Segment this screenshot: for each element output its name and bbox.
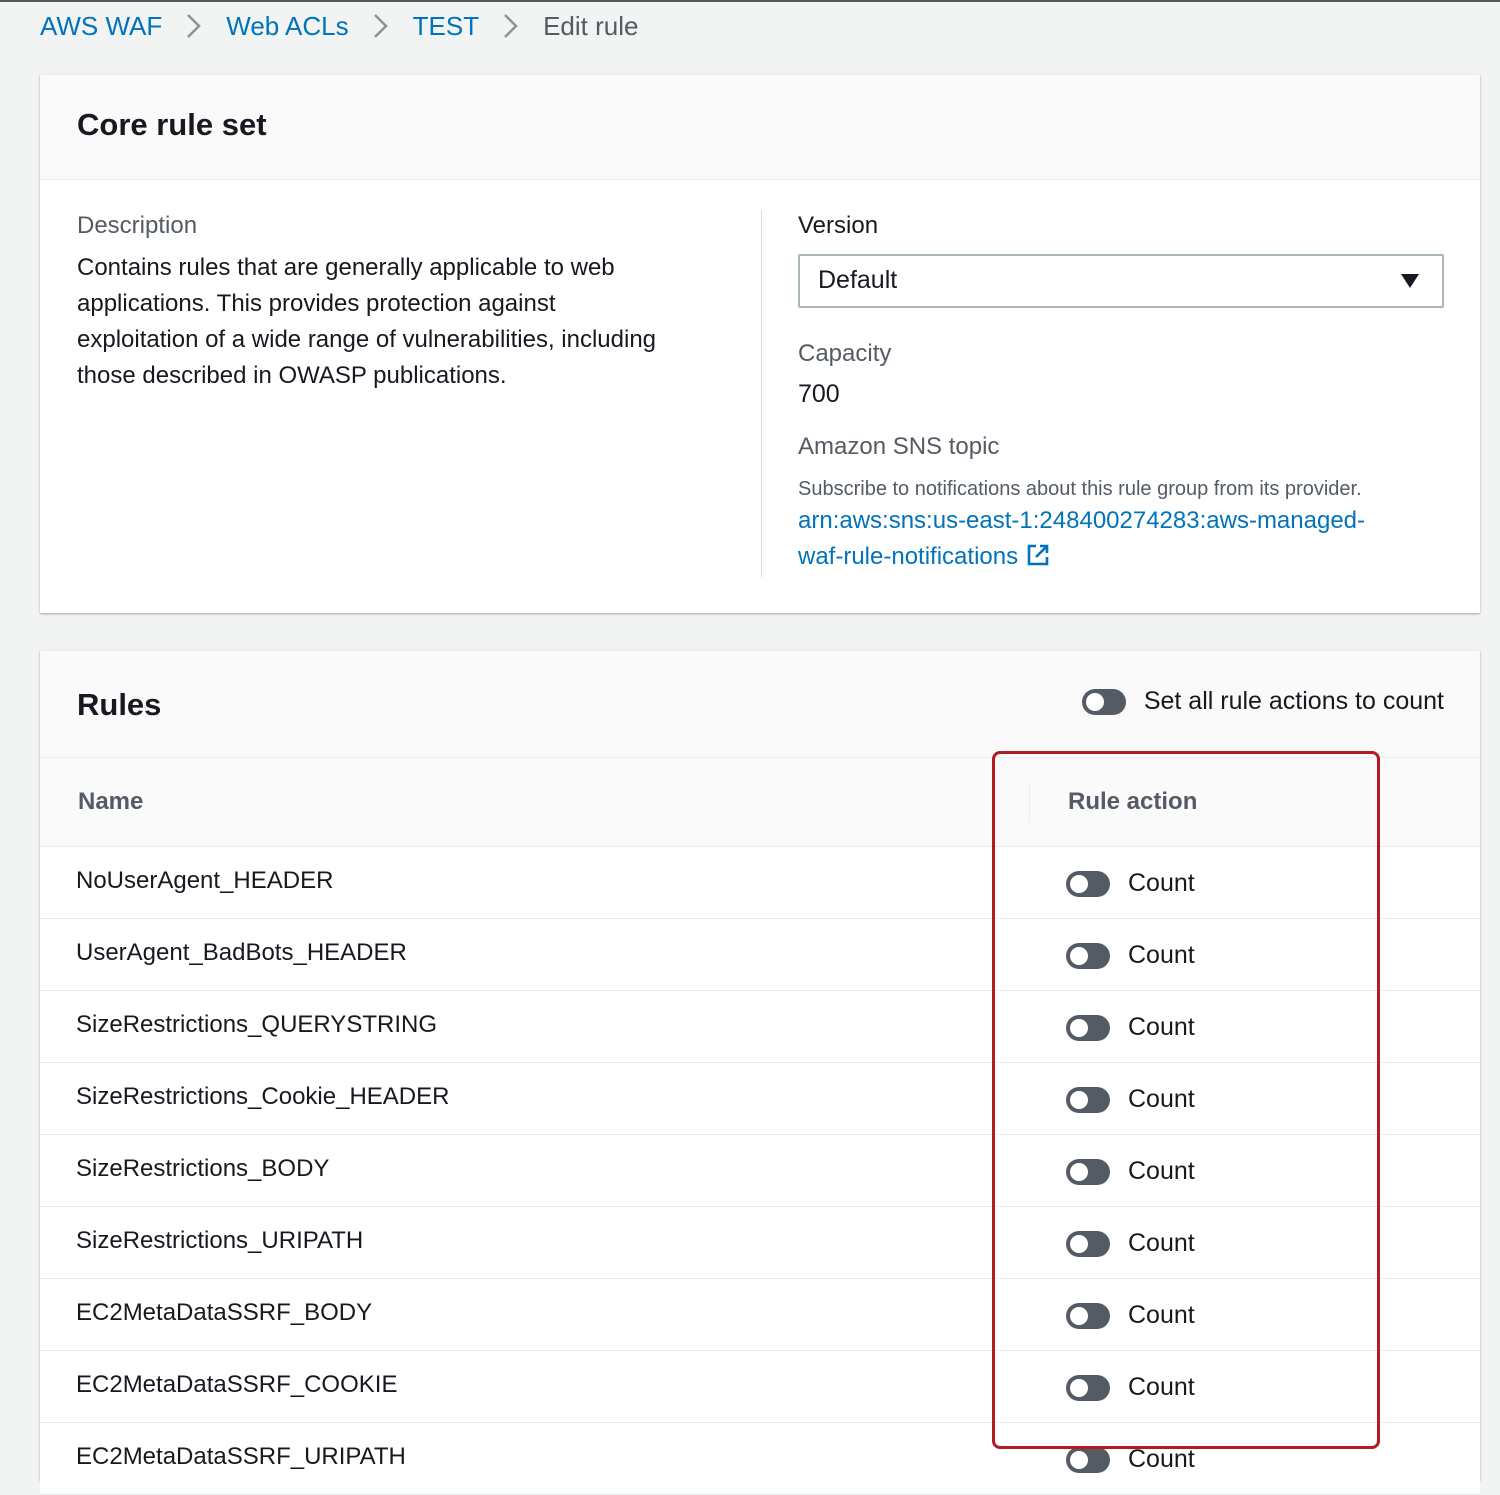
count-toggle[interactable]	[1066, 1302, 1110, 1329]
count-toggle[interactable]	[1066, 1086, 1110, 1113]
set-all-count-toggle[interactable]	[1081, 688, 1126, 715]
chevron-right-icon	[361, 8, 401, 44]
description-line: applications. This provides protection a…	[77, 290, 556, 317]
rules-panel: Rules Set all rule actions to count Name…	[40, 650, 1480, 1495]
top-border	[0, 0, 1500, 2]
rule-action: Count	[1066, 1445, 1195, 1474]
rule-action: Count	[1066, 1085, 1195, 1114]
core-rule-set-header: Core rule set	[40, 75, 1480, 180]
capacity-value: 700	[798, 380, 840, 408]
column-divider	[761, 210, 762, 577]
version-select[interactable]: Default	[798, 254, 1444, 308]
count-toggle[interactable]	[1066, 1158, 1110, 1185]
rule-action: Count	[1066, 869, 1195, 898]
breadcrumb-aws-waf[interactable]: AWS WAF	[40, 11, 162, 42]
description-column: Description Contains rules that are gene…	[77, 210, 727, 394]
table-row: UserAgent_BadBots_HEADER Count	[40, 919, 1480, 991]
set-all-count-label: Set all rule actions to count	[1143, 687, 1444, 715]
sns-topic-subtitle: Subscribe to notifications about this ru…	[798, 478, 1362, 500]
count-toggle[interactable]	[1066, 1014, 1110, 1041]
rule-name: EC2MetaDataSSRF_BODY	[76, 1299, 373, 1326]
table-row: EC2MetaDataSSRF_BODY Count	[40, 1279, 1480, 1351]
count-label: Count	[1128, 1373, 1195, 1401]
rules-table-header: Name Rule action	[40, 758, 1480, 847]
table-row: EC2MetaDataSSRF_COOKIE Count	[40, 1351, 1480, 1423]
count-label: Count	[1128, 1085, 1195, 1113]
count-label: Count	[1128, 1013, 1195, 1041]
breadcrumb-current: Edit rule	[543, 10, 639, 41]
rule-name: NoUserAgent_HEADER	[76, 867, 334, 894]
rule-name: SizeRestrictions_URIPATH	[76, 1227, 364, 1254]
table-row: NoUserAgent_HEADER Count	[40, 847, 1480, 919]
rule-action: Count	[1066, 1373, 1195, 1402]
count-toggle[interactable]	[1066, 1374, 1110, 1401]
rules-title: Rules	[77, 687, 162, 722]
sns-link-line-2: waf-rule-notifications	[798, 539, 1444, 578]
core-rule-set-body: Description Contains rules that are gene…	[40, 180, 1480, 613]
count-label: Count	[1128, 869, 1195, 897]
set-all-count-control: Set all rule actions to count	[1081, 687, 1444, 716]
breadcrumb-web-acls[interactable]: Web ACLs	[226, 11, 348, 42]
breadcrumb: AWS WAF Web ACLs TEST Edit rule	[40, 8, 638, 44]
column-header-rule-action[interactable]: Rule action	[1068, 788, 1197, 816]
description-line: those described in OWASP publications.	[77, 362, 507, 389]
rule-action: Count	[1066, 941, 1195, 970]
external-link-icon	[1026, 542, 1050, 578]
rule-name: SizeRestrictions_BODY	[76, 1155, 330, 1182]
count-label: Count	[1128, 1445, 1195, 1473]
core-rule-set-panel: Core rule set Description Contains rules…	[40, 74, 1480, 613]
count-label: Count	[1128, 941, 1195, 969]
version-select-value: Default	[818, 266, 898, 294]
chevron-right-icon	[491, 8, 531, 44]
version-label: Version	[798, 212, 879, 239]
breadcrumb-test[interactable]: TEST	[413, 11, 479, 42]
description-label: Description	[77, 212, 198, 239]
rule-name: UserAgent_BadBots_HEADER	[76, 939, 407, 966]
count-toggle[interactable]	[1066, 942, 1110, 969]
rule-name: EC2MetaDataSSRF_URIPATH	[76, 1443, 406, 1470]
sns-topic-link[interactable]: arn:aws:sns:us-east-1:248400274283:aws-m…	[798, 503, 1444, 578]
sns-link-text: waf-rule-notifications	[798, 543, 1019, 570]
rule-name: EC2MetaDataSSRF_COOKIE	[76, 1371, 398, 1398]
count-label: Count	[1128, 1229, 1195, 1257]
count-toggle[interactable]	[1066, 1230, 1110, 1257]
column-header-name[interactable]: Name	[78, 788, 143, 816]
table-row: SizeRestrictions_Cookie_HEADER Count	[40, 1063, 1480, 1135]
count-toggle[interactable]	[1066, 1446, 1110, 1473]
caret-down-icon	[1400, 273, 1420, 294]
table-row: SizeRestrictions_BODY Count	[40, 1135, 1480, 1207]
sns-topic-label: Amazon SNS topic	[798, 433, 1000, 460]
chevron-right-icon	[174, 8, 214, 44]
count-label: Count	[1128, 1157, 1195, 1185]
core-rule-set-title: Core rule set	[77, 107, 267, 142]
table-row: EC2MetaDataSSRF_URIPATH Count	[40, 1423, 1480, 1495]
rule-action: Count	[1066, 1301, 1195, 1330]
description-line: exploitation of a wide range of vulnerab…	[77, 326, 657, 353]
details-column: Version Default Capacity 700 Amazon SNS …	[798, 210, 1444, 578]
rules-header: Rules Set all rule actions to count	[40, 651, 1480, 758]
column-divider	[1029, 782, 1030, 822]
description-line: Contains rules that are generally applic…	[77, 254, 615, 281]
count-toggle[interactable]	[1066, 870, 1110, 897]
table-row: SizeRestrictions_QUERYSTRING Count	[40, 991, 1480, 1063]
count-label: Count	[1128, 1301, 1195, 1329]
capacity-label: Capacity	[798, 340, 892, 367]
description-text: Contains rules that are generally applic…	[77, 250, 727, 394]
rule-name: SizeRestrictions_QUERYSTRING	[76, 1011, 437, 1038]
table-row: SizeRestrictions_URIPATH Count	[40, 1207, 1480, 1279]
rule-name: SizeRestrictions_Cookie_HEADER	[76, 1083, 450, 1110]
rule-action: Count	[1066, 1157, 1195, 1186]
sns-link-line: arn:aws:sns:us-east-1:248400274283:aws-m…	[798, 507, 1366, 534]
rule-action: Count	[1066, 1229, 1195, 1258]
rule-action: Count	[1066, 1013, 1195, 1042]
